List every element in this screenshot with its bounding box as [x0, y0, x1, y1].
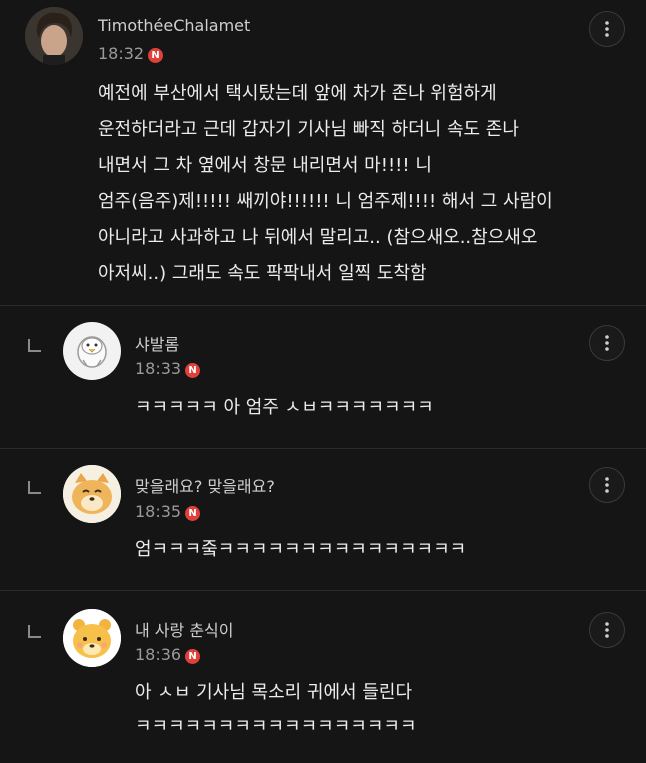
comment-time: 18:32 N [98, 44, 164, 63]
more-options-button[interactable] [589, 612, 625, 648]
reply-body: 아 ㅅㅂ 기사님 목소리 귀에서 들린다 ㅋㅋㅋㅋㅋㅋㅋㅋㅋㅋㅋㅋㅋㅋㅋㅋㅋ [135, 676, 417, 744]
more-options-button[interactable] [589, 325, 625, 361]
comment-body: 예전에 부산에서 택시탔는데 앞에 차가 존나 위험하게 운전하더라고 근데 갑… [98, 76, 553, 292]
more-vertical-icon [605, 335, 609, 351]
reply-line: 아 ㅅㅂ 기사님 목소리 귀에서 들린다 [135, 682, 413, 703]
reply-time: 18:33 N [135, 359, 201, 378]
more-vertical-icon [605, 21, 609, 37]
reply-arrow-icon [28, 339, 41, 352]
reply-line: 엄ㅋㅋㅋ줔ㅋㅋㅋㅋㅋㅋㅋㅋㅋㅋㅋㅋㅋㅋㅋ [135, 539, 467, 560]
divider [0, 590, 646, 591]
comment-line: 내면서 그 차 옆에서 창문 내리면서 마!!!! 니 [98, 155, 432, 176]
comment-line: 아저씨..) 그래도 속도 팍팍내서 일찍 도착함 [98, 263, 427, 284]
new-badge: N [185, 506, 201, 521]
more-vertical-icon [605, 477, 609, 493]
author-name[interactable]: TimothéeChalamet [98, 16, 250, 35]
comment-line: 예전에 부산에서 택시탔는데 앞에 차가 존나 위험하게 [98, 83, 497, 104]
new-badge: N [185, 649, 201, 664]
comment-line: 엄주(음주)제!!!!! 쌔끼야!!!!!! 니 엄주제!!!! 해서 그 사람… [98, 191, 553, 212]
reply-arrow-icon [28, 481, 41, 494]
reply-avatar[interactable] [63, 609, 121, 667]
reply-author[interactable]: 샤발롬 [135, 331, 179, 355]
reply-body: 엄ㅋㅋㅋ줔ㅋㅋㅋㅋㅋㅋㅋㅋㅋㅋㅋㅋㅋㅋㅋ [135, 532, 466, 568]
reply-body: ㅋㅋㅋㅋㅋ 아 엄주 ㅅㅂㅋㅋㅋㅋㅋㅋㅋ [135, 390, 434, 426]
reply-time: 18:35 N [135, 502, 201, 521]
new-badge: N [185, 363, 201, 378]
main-comment: TimothéeChalamet 18:32 N 예전에 부산에서 택시탔는데 앞… [0, 0, 646, 300]
reply-line: ㅋㅋㅋㅋㅋㅋㅋㅋㅋㅋㅋㅋㅋㅋㅋㅋㅋ [135, 716, 417, 737]
more-options-button[interactable] [589, 467, 625, 503]
reply-line: ㅋㅋㅋㅋㅋ 아 엄주 ㅅㅂㅋㅋㅋㅋㅋㅋㅋ [135, 397, 434, 418]
divider [0, 305, 646, 306]
reply-author[interactable]: 맞을래요? 맞을래요? [135, 473, 275, 497]
more-options-button[interactable] [589, 11, 625, 47]
reply-avatar[interactable] [63, 322, 121, 380]
author-avatar[interactable] [25, 7, 83, 65]
reply-arrow-icon [28, 625, 41, 638]
comment-line: 아니라고 사과하고 나 뒤에서 말리고.. (참으새오..참으새오 [98, 227, 538, 248]
new-badge: N [148, 48, 164, 63]
divider [0, 448, 646, 449]
more-vertical-icon [605, 622, 609, 638]
reply-time: 18:36 N [135, 645, 201, 664]
comment-line: 운전하더라고 근데 갑자기 기사님 빠직 하더니 속도 존나 [98, 119, 519, 140]
reply-avatar[interactable] [63, 465, 121, 523]
reply-author[interactable]: 내 사랑 춘식이 [135, 617, 234, 641]
